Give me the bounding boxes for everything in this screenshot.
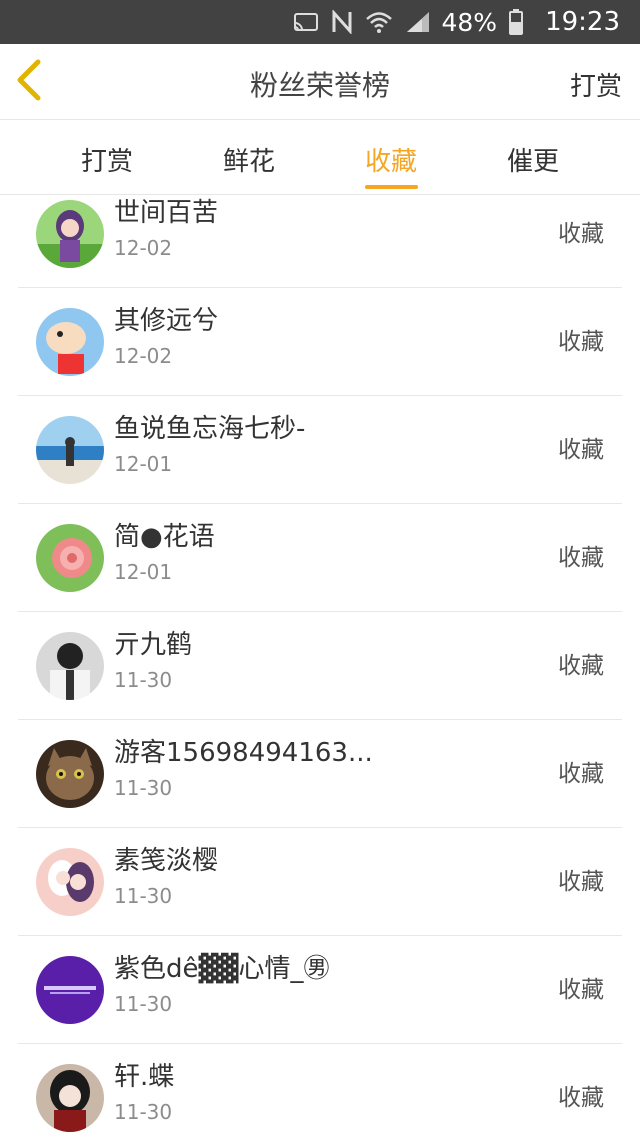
avatar [36, 308, 104, 376]
list-item[interactable]: 紫色dê▓▓心情_㊚ 11-30 收藏 [18, 936, 622, 1044]
tab-favorites[interactable]: 收藏 [331, 141, 451, 178]
action-label: 收藏 [558, 869, 604, 895]
date: 11-30 [114, 992, 173, 1016]
date: 11-30 [114, 1100, 173, 1124]
avatar [36, 956, 104, 1024]
user-name: 其修远兮 [114, 306, 219, 336]
list-item[interactable]: 其修远兮 12-02 收藏 [18, 288, 622, 396]
user-name: 游客15698494163... [114, 738, 373, 768]
avatar [36, 740, 104, 808]
tab-bar: 打赏 鲜花 收藏 催更 [0, 121, 640, 195]
user-name: 紫色dê▓▓心情_㊚ [114, 954, 330, 984]
page-title: 粉丝荣誉榜 [249, 69, 390, 102]
action-label: 收藏 [558, 437, 604, 463]
status-bar: 48% 19:23 [0, 0, 640, 44]
battery-icon [509, 9, 524, 35]
date: 12-01 [114, 452, 173, 476]
list-item[interactable]: 轩.蝶 11-30 收藏 [18, 1044, 622, 1138]
action-label: 收藏 [558, 545, 604, 571]
action-label: 收藏 [558, 653, 604, 679]
avatar [36, 632, 104, 700]
action-label: 收藏 [558, 977, 604, 1003]
date: 11-30 [114, 776, 173, 800]
nfc-icon [331, 10, 353, 34]
avatar [36, 200, 104, 268]
signal-icon [405, 11, 431, 33]
user-name: 轩.蝶 [114, 1062, 175, 1092]
user-name: 简●花语 [114, 522, 215, 552]
date: 11-30 [114, 668, 173, 692]
list-item[interactable]: 亓九鹤 11-30 收藏 [18, 612, 622, 720]
date: 11-30 [114, 884, 173, 908]
active-tab-indicator [365, 185, 418, 189]
avatar [36, 848, 104, 916]
avatar [36, 416, 104, 484]
date: 12-02 [114, 236, 173, 260]
list-item[interactable]: 鱼说鱼忘海七秒- 12-01 收藏 [18, 396, 622, 504]
fan-list[interactable]: 世间百苦 12-02 收藏 其修远兮 12-02 收藏 鱼说鱼忘海七秒- 12-… [0, 196, 640, 1138]
cast-icon [293, 11, 319, 33]
list-item[interactable]: 游客15698494163... 11-30 收藏 [18, 720, 622, 828]
user-name: 世间百苦 [114, 198, 219, 228]
action-label: 收藏 [558, 329, 604, 355]
clock: 19:23 [545, 7, 620, 37]
list-item[interactable]: 素笺淡樱 11-30 收藏 [18, 828, 622, 936]
action-label: 收藏 [558, 221, 604, 247]
list-item[interactable]: 简●花语 12-01 收藏 [18, 504, 622, 612]
action-label: 收藏 [558, 761, 604, 787]
avatar [36, 524, 104, 592]
avatar [36, 1064, 104, 1132]
tab-tip[interactable]: 打赏 [47, 141, 167, 178]
tab-urge-update[interactable]: 催更 [473, 141, 593, 178]
user-name: 鱼说鱼忘海七秒- [114, 414, 306, 444]
date: 12-02 [114, 344, 173, 368]
date: 12-01 [114, 560, 173, 584]
user-name: 素笺淡樱 [114, 846, 219, 876]
wifi-icon [365, 10, 393, 34]
tip-button[interactable]: 打赏 [570, 66, 622, 103]
tab-flowers[interactable]: 鲜花 [189, 141, 309, 178]
nav-bar: 粉丝荣誉榜 打赏 [0, 44, 640, 120]
battery-percent: 48% [441, 7, 498, 37]
user-name: 亓九鹤 [114, 630, 193, 660]
list-item[interactable]: 世间百苦 12-02 收藏 [18, 196, 622, 288]
action-label: 收藏 [558, 1085, 604, 1111]
